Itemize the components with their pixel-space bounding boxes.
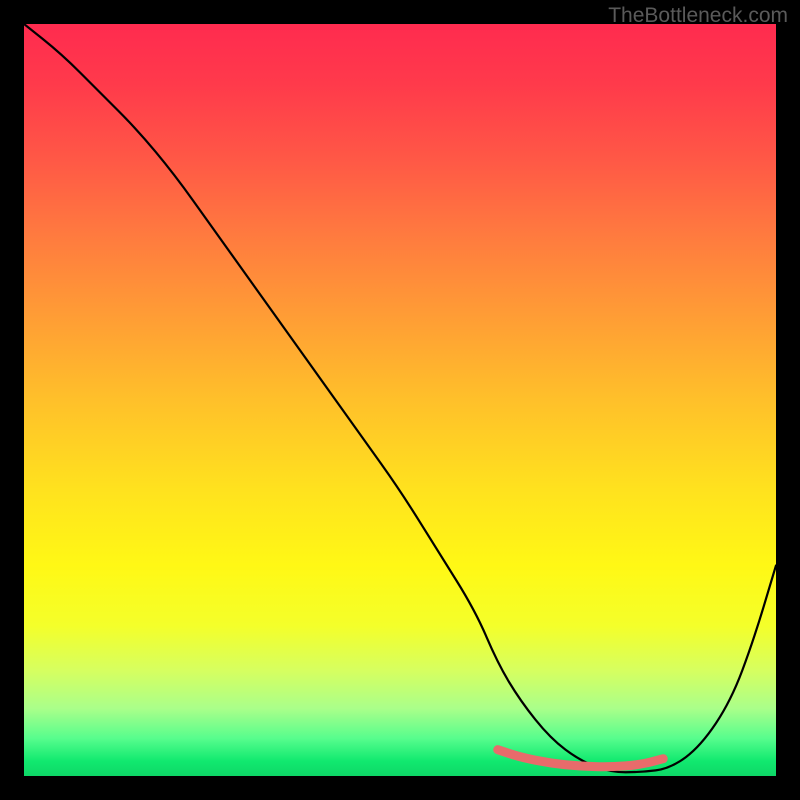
bottleneck-curve-path	[24, 24, 776, 772]
chart-svg	[24, 24, 776, 776]
highlight-segment-path	[498, 750, 663, 767]
watermark-text: TheBottleneck.com	[608, 4, 788, 28]
chart-plot-area	[24, 24, 776, 776]
